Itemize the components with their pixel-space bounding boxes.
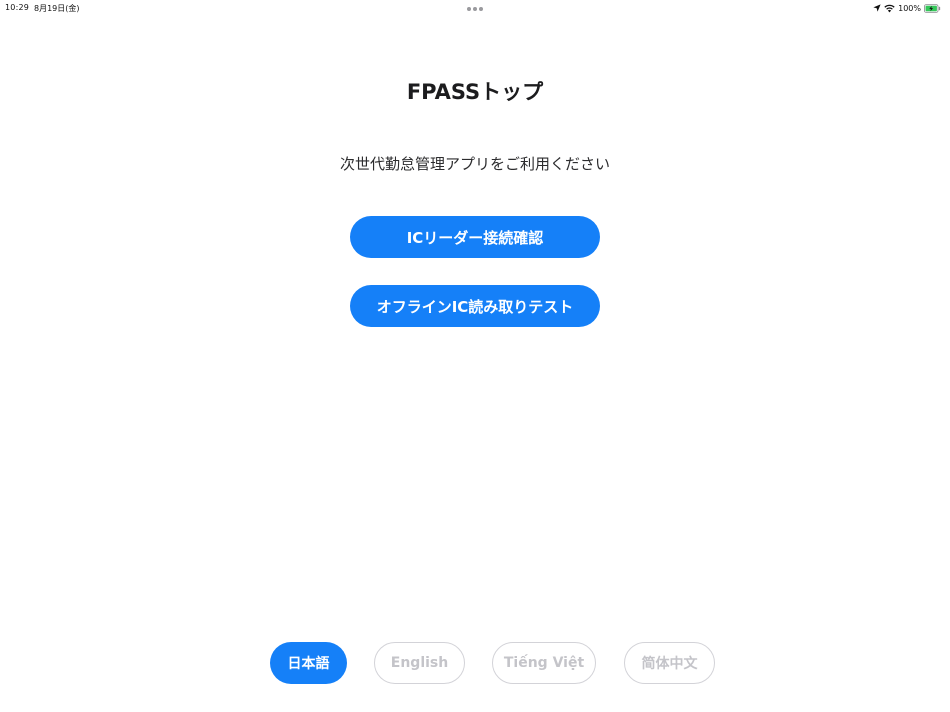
wifi-icon [884,4,895,13]
ic-reader-connection-check-button[interactable]: ICリーダー接続確認 [350,216,600,258]
battery-percentage: 100% [898,3,921,13]
multitasking-dots-icon[interactable] [467,7,483,11]
location-icon [873,4,881,12]
status-time: 10:29 [5,3,30,12]
language-english-button[interactable]: English [374,642,465,684]
status-date: 8月19日(金) [34,4,80,13]
status-indicators: 100% [873,2,944,14]
status-bar: 10:29 8月19日(金) 100% [0,0,950,16]
language-chinese-button[interactable]: 简体中文 [624,642,715,684]
offline-ic-read-test-button[interactable]: オフラインIC読み取りテスト [350,285,600,327]
page-title: FPASSトップ [406,80,544,104]
language-vietnamese-button[interactable]: Tiếng Việt [492,642,596,684]
battery-charging-icon [924,3,941,13]
language-japanese-button[interactable]: 日本語 [270,642,347,684]
page-subtitle: 次世代勤怠管理アプリをご利用ください [339,155,610,173]
